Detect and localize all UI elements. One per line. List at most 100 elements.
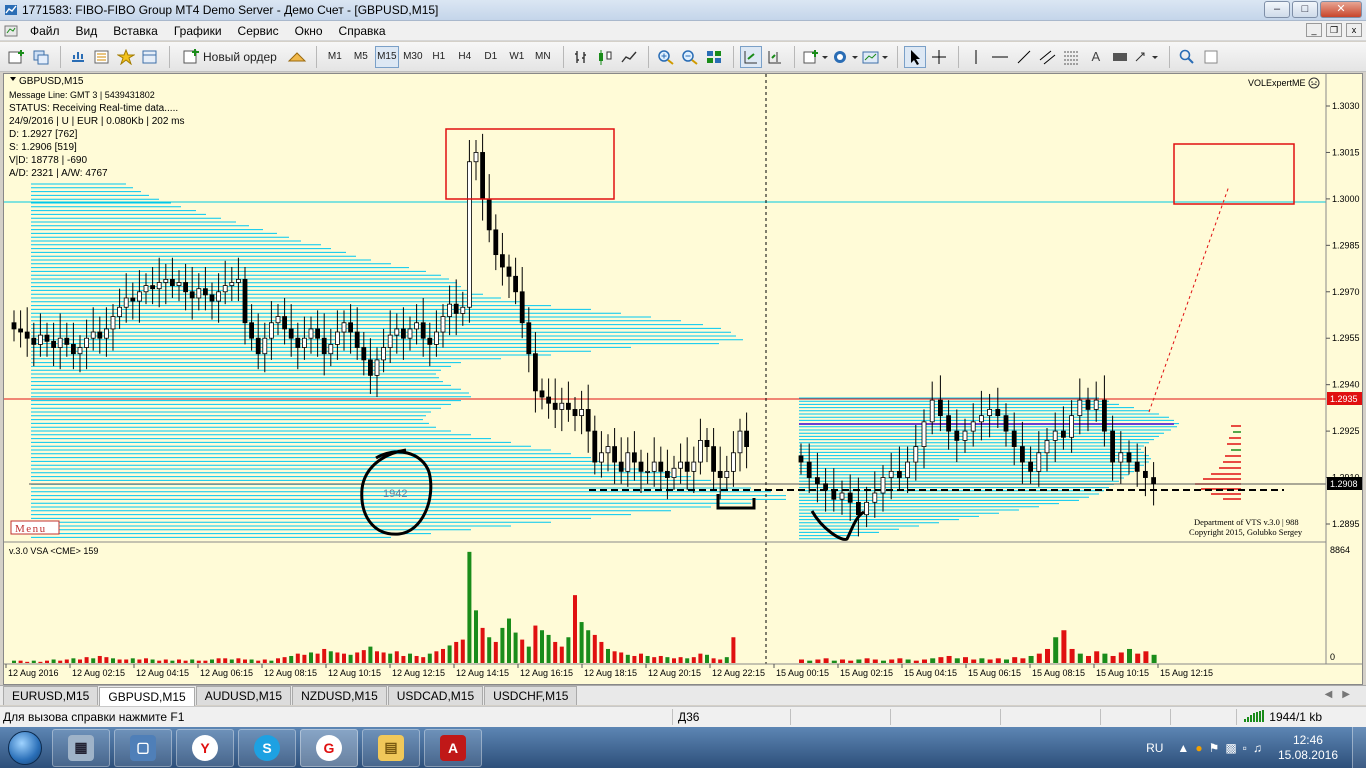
volume-bar bbox=[328, 651, 333, 663]
volume-bar bbox=[216, 658, 221, 663]
line-chart-icon[interactable] bbox=[618, 46, 640, 68]
arrows-icon[interactable] bbox=[1133, 46, 1161, 68]
tray-device-icon[interactable]: ▩ bbox=[1225, 741, 1236, 755]
text-tool-icon[interactable]: A bbox=[1085, 46, 1107, 68]
mdi-close-button[interactable]: x bbox=[1346, 23, 1362, 37]
timeframe-d1[interactable]: D1 bbox=[479, 46, 503, 68]
periodicity-icon[interactable] bbox=[831, 46, 859, 68]
templates-icon[interactable] bbox=[861, 46, 889, 68]
chart-shift-icon[interactable] bbox=[764, 46, 786, 68]
taskbar-skype[interactable]: S bbox=[238, 728, 296, 767]
timeframe-h4[interactable]: H4 bbox=[453, 46, 477, 68]
connection-status[interactable]: 1944/1 kb bbox=[1243, 710, 1322, 724]
crosshair-icon[interactable] bbox=[928, 46, 950, 68]
tab-scroll-arrows[interactable]: ◀▶ bbox=[1325, 689, 1360, 700]
chart-window-icon[interactable] bbox=[4, 24, 18, 38]
tab-usdchf[interactable]: USDCHF,M15 bbox=[484, 686, 578, 705]
vertical-line-icon[interactable] bbox=[965, 46, 987, 68]
taskbar-pdf-reader[interactable]: A bbox=[424, 728, 482, 767]
candle bbox=[638, 449, 644, 494]
menu-charts[interactable]: Графики bbox=[166, 24, 230, 38]
action-center-flag-icon[interactable]: ⚑ bbox=[1209, 741, 1220, 755]
menu-button[interactable]: Menu bbox=[10, 520, 60, 535]
time-axis-label: 12 Aug 02:15 bbox=[72, 668, 125, 678]
timeframe-mn[interactable]: MN bbox=[531, 46, 555, 68]
price-tag-black-label: 1.2908 bbox=[1330, 479, 1358, 489]
annotation-box-target[interactable] bbox=[1173, 143, 1295, 205]
chart-area[interactable]: 1.3030 1.3015 1.3000 1.2985 1.2970 1.2955 1.29… bbox=[3, 73, 1363, 685]
indicators-icon[interactable] bbox=[801, 46, 829, 68]
tab-usdcad[interactable]: USDCAD,M15 bbox=[387, 686, 484, 705]
volume-icon[interactable]: ♫ bbox=[1253, 741, 1262, 755]
tray-app-icon[interactable]: ● bbox=[1195, 741, 1202, 755]
cursor-icon[interactable] bbox=[903, 45, 926, 68]
tab-audusd[interactable]: AUDUSD,M15 bbox=[195, 686, 292, 705]
trendline-icon[interactable] bbox=[1013, 46, 1035, 68]
data-window-icon[interactable] bbox=[91, 46, 113, 68]
market-watch-icon[interactable] bbox=[67, 46, 89, 68]
timeframe-h1[interactable]: H1 bbox=[427, 46, 451, 68]
tab-gbpusd[interactable]: GBPUSD,M15 bbox=[99, 687, 195, 706]
candle bbox=[11, 310, 17, 342]
network-icon[interactable]: ▫ bbox=[1243, 741, 1247, 755]
minimize-button[interactable]: – bbox=[1264, 1, 1290, 18]
horizontal-line-icon[interactable] bbox=[989, 46, 1011, 68]
toolbar-separator bbox=[315, 45, 317, 68]
volume-bar bbox=[243, 659, 247, 663]
expert-advisors-icon[interactable] bbox=[286, 46, 308, 68]
timeframe-m15[interactable]: M15 bbox=[374, 45, 399, 68]
language-indicator[interactable]: RU bbox=[1146, 741, 1163, 755]
tile-windows-icon[interactable] bbox=[703, 46, 725, 68]
menu-window[interactable]: Окно bbox=[287, 24, 331, 38]
tray-expand-icon[interactable]: ▲ bbox=[1177, 741, 1189, 755]
menu-view[interactable]: Вид bbox=[68, 24, 106, 38]
taskbar-calculator[interactable]: ▦ bbox=[52, 728, 110, 767]
zoom-out-icon[interactable] bbox=[679, 46, 701, 68]
close-button[interactable]: ✕ bbox=[1320, 1, 1362, 18]
taskbar-yandex-browser[interactable]: Y bbox=[176, 728, 234, 767]
menu-insert[interactable]: Вставка bbox=[105, 24, 166, 38]
volume-bar bbox=[84, 657, 89, 663]
new-order-button[interactable]: Новый ордер bbox=[176, 46, 284, 68]
show-desktop-button[interactable] bbox=[1352, 727, 1366, 768]
info-line-demand: D: 1.2927 [762] bbox=[9, 129, 78, 140]
auto-scroll-icon[interactable] bbox=[739, 45, 762, 68]
menu-help[interactable]: Справка bbox=[331, 24, 394, 38]
copyright-line-1: Department of VTS v.3.0 | 988 bbox=[1194, 517, 1299, 527]
volume-bar bbox=[1012, 657, 1018, 663]
fibonacci-icon[interactable] bbox=[1061, 46, 1083, 68]
tab-eurusd[interactable]: EURUSD,M15 bbox=[3, 686, 99, 705]
system-clock[interactable]: 12:46 15.08.2016 bbox=[1278, 733, 1338, 763]
timeframe-w1[interactable]: W1 bbox=[505, 46, 529, 68]
timeframe-m1[interactable]: M1 bbox=[323, 46, 347, 68]
maximize-button[interactable]: □ bbox=[1292, 1, 1318, 18]
volume-bar bbox=[190, 659, 195, 663]
volume-bar bbox=[922, 659, 927, 663]
zoom-in-icon[interactable] bbox=[655, 46, 677, 68]
menu-file[interactable]: Файл bbox=[22, 24, 68, 38]
taskbar-explorer[interactable]: ▤ bbox=[362, 728, 420, 767]
candlestick-icon[interactable] bbox=[594, 46, 616, 68]
candle bbox=[552, 378, 558, 429]
navigator-icon[interactable] bbox=[115, 46, 137, 68]
timeframe-m30[interactable]: M30 bbox=[401, 46, 425, 68]
profiles-icon[interactable] bbox=[30, 46, 52, 68]
label-tool-icon[interactable] bbox=[1109, 46, 1131, 68]
menu-tools[interactable]: Сервис bbox=[230, 24, 287, 38]
terminal-icon[interactable] bbox=[139, 46, 161, 68]
new-chart-icon[interactable] bbox=[6, 46, 28, 68]
volume-bar bbox=[203, 660, 208, 663]
options-icon[interactable] bbox=[1200, 46, 1222, 68]
start-button[interactable] bbox=[0, 727, 50, 768]
timeframe-m5[interactable]: M5 bbox=[349, 46, 373, 68]
taskbar-computer[interactable]: ▢ bbox=[114, 728, 172, 767]
chart-canvas[interactable]: 1.3030 1.3015 1.3000 1.2985 1.2970 1.2955 1.29… bbox=[4, 74, 1362, 684]
mdi-restore-button[interactable]: ❐ bbox=[1326, 23, 1342, 37]
channel-icon[interactable] bbox=[1037, 46, 1059, 68]
mdi-minimize-button[interactable]: _ bbox=[1306, 23, 1322, 37]
tab-nzdusd[interactable]: NZDUSD,M15 bbox=[292, 686, 387, 705]
taskbar-fibogroup[interactable]: G bbox=[300, 728, 358, 767]
volume-bar bbox=[559, 646, 564, 663]
search-icon[interactable] bbox=[1176, 46, 1198, 68]
bar-chart-icon[interactable] bbox=[570, 46, 592, 68]
